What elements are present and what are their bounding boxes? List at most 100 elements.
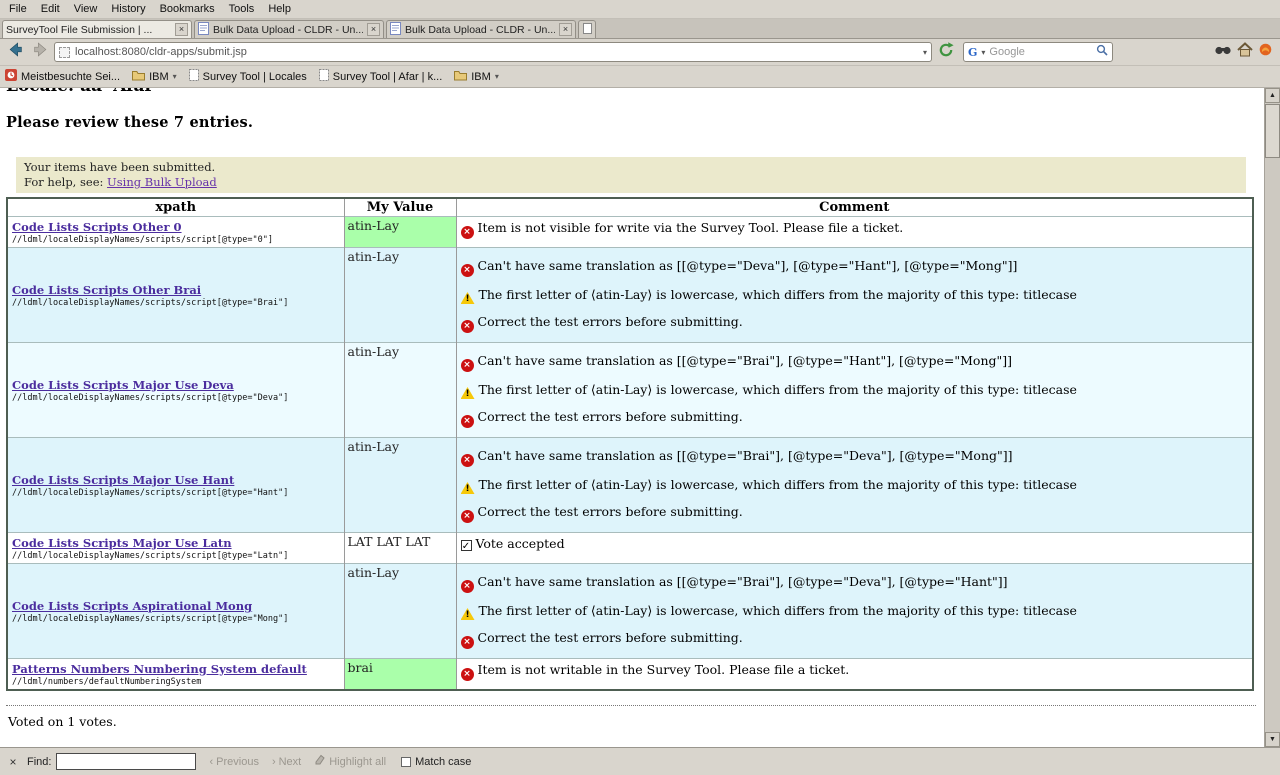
- xpath-link[interactable]: Patterns Numbers Numbering System defaul…: [12, 662, 307, 676]
- comment: !The first letter of ⟨atin-Lay⟩ is lower…: [461, 381, 1249, 399]
- xpath-cell: Code Lists Scripts Other Brai //ldml/loc…: [7, 248, 344, 343]
- error-icon: ×: [461, 320, 474, 333]
- url-text[interactable]: localhost:8080/cldr-apps/submit.jsp: [75, 46, 918, 58]
- xpath-link[interactable]: Code Lists Scripts Other Brai: [12, 283, 201, 297]
- folder-icon: [132, 70, 145, 84]
- menu-view[interactable]: View: [67, 1, 105, 17]
- comment-text: Item is not visible for write via the Su…: [478, 220, 904, 235]
- value-cell: atin-Lay: [344, 217, 456, 248]
- error-icon: ×: [461, 264, 474, 277]
- new-tab-button[interactable]: [578, 20, 596, 38]
- comment-text: Can't have same translation as [[@type="…: [478, 258, 1018, 273]
- bookmark-folder-ibm-1[interactable]: IBM ▾: [132, 70, 177, 84]
- vertical-scrollbar[interactable]: ▲ ▼: [1264, 88, 1280, 747]
- column-header-comment: Comment: [456, 198, 1253, 217]
- comment-text: Can't have same translation as [[@type="…: [478, 353, 1013, 368]
- comment: ×Can't have same translation as [[@type=…: [461, 447, 1249, 467]
- find-previous-button[interactable]: ‹ Previous: [209, 756, 258, 768]
- comment-text: Correct the test errors before submittin…: [478, 504, 743, 519]
- scroll-down-icon: ▼: [1269, 736, 1276, 743]
- site-favicon: [59, 47, 70, 58]
- xpath-link[interactable]: Code Lists Scripts Major Use Hant: [12, 473, 234, 487]
- scroll-up-button[interactable]: ▲: [1265, 88, 1280, 103]
- find-bar: × Find: ‹ Previous › Next Highlight all …: [0, 747, 1280, 775]
- submission-notice: Your items have been submitted. For help…: [16, 157, 1246, 193]
- comment-text: Vote accepted: [476, 536, 565, 551]
- tab-close-icon[interactable]: ×: [559, 23, 572, 36]
- bookmark-label: Survey Tool | Locales: [203, 71, 307, 83]
- menu-edit[interactable]: Edit: [34, 1, 67, 17]
- page-icon: [390, 22, 401, 38]
- find-close-icon[interactable]: ×: [7, 755, 19, 769]
- comment-cell: × Can't have same translation as [[@type=…: [456, 248, 1253, 343]
- xpath-link[interactable]: Code Lists Scripts Major Use Latn: [12, 536, 232, 550]
- search-magnifier-icon[interactable]: [1096, 43, 1108, 61]
- new-tab-icon: [583, 21, 592, 39]
- bookmark-folder-ibm-2[interactable]: IBM ▾: [454, 70, 499, 84]
- menu-tools[interactable]: Tools: [222, 1, 262, 17]
- find-previous-label: Previous: [216, 756, 259, 768]
- url-dropdown-icon[interactable]: ▾: [923, 48, 927, 57]
- comment-cell: ×Can't have same translation as [[@type=…: [456, 438, 1253, 533]
- home-icon[interactable]: [1237, 42, 1253, 62]
- bookmark-most-visited[interactable]: Meistbesuchte Sei...: [5, 69, 120, 84]
- comment: × Can't have same translation as [[@type=…: [461, 257, 1249, 277]
- back-icon: [8, 42, 23, 62]
- search-input[interactable]: Google: [989, 46, 1092, 58]
- addon-icon[interactable]: [1259, 43, 1272, 61]
- xpath-link[interactable]: Code Lists Scripts Aspirational Mong: [12, 599, 252, 613]
- match-case-control[interactable]: Match case: [401, 756, 471, 768]
- search-box[interactable]: G ▾ Google: [963, 42, 1113, 62]
- tab-survey-tool-submission[interactable]: SurveyTool File Submission | ... ×: [2, 20, 192, 38]
- scroll-down-button[interactable]: ▼: [1265, 732, 1280, 747]
- table-header-row: xpath My Value Comment: [7, 198, 1253, 217]
- bookmark-label: Meistbesuchte Sei...: [21, 71, 120, 83]
- highlight-all-button[interactable]: Highlight all: [314, 754, 386, 769]
- bookmark-label: IBM: [471, 71, 491, 83]
- comment: ×Item is not visible for write via the S…: [461, 219, 1249, 239]
- page-content: Locale: aa 'Afar' Please review these 7 …: [0, 88, 1264, 747]
- bookmark-survey-tool-afar[interactable]: Survey Tool | Afar | k...: [319, 69, 442, 84]
- menu-file[interactable]: File: [2, 1, 34, 17]
- menu-help[interactable]: Help: [261, 1, 298, 17]
- tab-bulk-data-upload-1[interactable]: Bulk Data Upload - CLDR - Un... ×: [194, 20, 384, 38]
- scrollbar-thumb[interactable]: [1265, 104, 1280, 158]
- error-icon: ×: [461, 636, 474, 649]
- back-button[interactable]: [4, 41, 26, 63]
- url-bar[interactable]: localhost:8080/cldr-apps/submit.jsp ▾: [54, 42, 932, 62]
- tab-title: Bulk Data Upload - CLDR - Un...: [213, 24, 363, 36]
- table-row: Code Lists Scripts Major Use Deva //ldml…: [7, 343, 1253, 438]
- value-cell: brai: [344, 659, 456, 691]
- reload-icon: [938, 42, 954, 63]
- tab-close-icon[interactable]: ×: [175, 23, 188, 36]
- bookmarks-bar: Meistbesuchte Sei... IBM ▾ Survey Tool |…: [0, 66, 1280, 88]
- error-icon: ×: [461, 415, 474, 428]
- xpath-cell: Code Lists Scripts Major Use Hant //ldml…: [7, 438, 344, 533]
- xpath-link[interactable]: Code Lists Scripts Major Use Deva: [12, 378, 234, 392]
- find-next-button[interactable]: › Next: [272, 756, 301, 768]
- menu-bookmarks[interactable]: Bookmarks: [153, 1, 222, 17]
- highlighter-icon: [314, 754, 326, 769]
- forward-button[interactable]: [29, 41, 51, 63]
- tab-title: SurveyTool File Submission | ...: [6, 24, 171, 36]
- search-engine-dropdown-icon[interactable]: ▾: [981, 48, 985, 57]
- find-label: Find:: [27, 756, 51, 768]
- tab-bulk-data-upload-2[interactable]: Bulk Data Upload - CLDR - Un... ×: [386, 20, 576, 38]
- comment: !The first letter of ⟨atin-Lay⟩ is lower…: [461, 476, 1249, 494]
- match-case-checkbox[interactable]: [401, 757, 411, 767]
- binoculars-icon[interactable]: [1215, 43, 1231, 61]
- bookmark-survey-tool-locales[interactable]: Survey Tool | Locales: [189, 69, 307, 84]
- tab-close-icon[interactable]: ×: [367, 23, 380, 36]
- using-bulk-upload-link[interactable]: Using Bulk Upload: [107, 175, 217, 189]
- comment-cell: ×Item is not writable in the Survey Tool…: [456, 659, 1253, 691]
- reload-button[interactable]: [935, 41, 957, 63]
- notice-line-1: Your items have been submitted.: [24, 160, 1238, 175]
- menu-history[interactable]: History: [104, 1, 152, 17]
- match-case-label: Match case: [415, 756, 471, 768]
- xpath-link[interactable]: Code Lists Scripts Other 0: [12, 220, 182, 234]
- xpath-path: //ldml/localeDisplayNames/scripts/script…: [12, 235, 340, 245]
- comment: ×Correct the test errors before submitti…: [461, 629, 1249, 649]
- table-row: Code Lists Scripts Other Brai //ldml/loc…: [7, 248, 1253, 343]
- error-icon: ×: [461, 510, 474, 523]
- find-input[interactable]: [56, 753, 196, 770]
